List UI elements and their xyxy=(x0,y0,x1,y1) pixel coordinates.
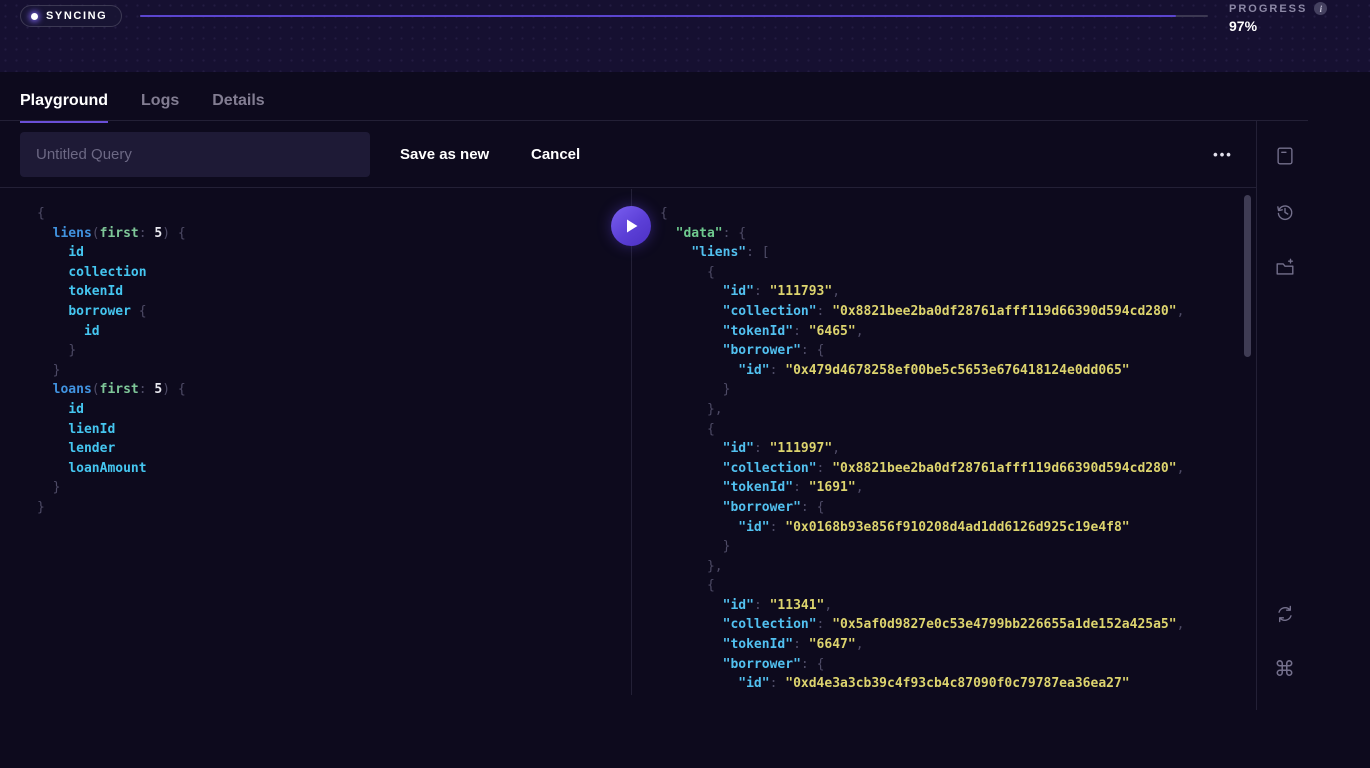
refresh-button[interactable] xyxy=(1271,600,1298,627)
code-line: tokenId xyxy=(37,282,631,302)
graphql-query-editor[interactable]: { liens(first: 5) { id collection tokenI… xyxy=(0,189,631,710)
code-line: "collection": "0x8821bee2ba0df28761afff1… xyxy=(660,459,1244,479)
new-folder-icon xyxy=(1274,257,1296,279)
sidebar-divider xyxy=(1256,121,1257,710)
saved-queries-icon xyxy=(1274,145,1296,167)
code-line: { xyxy=(660,263,1244,283)
code-line: "borrower": { xyxy=(660,655,1244,675)
code-line: { xyxy=(660,204,1244,224)
saved-queries-button[interactable] xyxy=(1271,142,1298,169)
progress-fill xyxy=(140,15,1176,17)
code-line: id xyxy=(37,322,631,342)
info-icon[interactable]: i xyxy=(1314,2,1327,15)
query-name-input[interactable] xyxy=(20,132,370,177)
refresh-icon xyxy=(1274,603,1296,625)
sync-status-label: SYNCING xyxy=(46,10,107,22)
tab-logs[interactable]: Logs xyxy=(141,92,179,123)
sync-status-badge: SYNCING xyxy=(20,5,122,27)
sync-pulse-dot-icon xyxy=(31,13,38,20)
code-line: "id": "11341", xyxy=(660,596,1244,616)
save-as-new-button[interactable]: Save as new xyxy=(400,121,489,188)
code-line: } xyxy=(37,361,631,381)
code-line: }, xyxy=(660,400,1244,420)
more-options-button[interactable]: ••• xyxy=(1200,121,1246,188)
code-line: lender xyxy=(37,439,631,459)
code-line: id xyxy=(37,400,631,420)
progress-label: PROGRESS xyxy=(1229,3,1307,15)
response-scrollbar[interactable] xyxy=(1244,195,1251,357)
code-line: loans(first: 5) { xyxy=(37,380,631,400)
progress-percent-value: 97% xyxy=(1229,18,1327,34)
code-line: "data": { xyxy=(660,224,1244,244)
code-line: borrower { xyxy=(37,302,631,322)
code-line: "id": "0xd4e3a3cb39c4f93cb4c87090f0c7978… xyxy=(660,674,1244,694)
sync-progress-bar xyxy=(140,15,1208,17)
code-line: "liens": [ xyxy=(660,243,1244,263)
history-icon xyxy=(1274,201,1296,223)
code-line: "id": "0x0168b93e856f910208d4ad1dd6126d9… xyxy=(660,518,1244,538)
code-line: "collection": "0x5af0d9827e0c53e4799bb22… xyxy=(660,615,1244,635)
code-line: } xyxy=(37,478,631,498)
code-line: "borrower": { xyxy=(660,341,1244,361)
history-button[interactable] xyxy=(1271,198,1298,225)
code-line: liens(first: 5) { xyxy=(37,224,631,244)
keyboard-shortcuts-button[interactable]: ⌘ xyxy=(1271,656,1298,683)
code-line: "collection": "0x8821bee2ba0df28761afff1… xyxy=(660,302,1244,322)
code-line: lienId xyxy=(37,420,631,440)
tab-playground[interactable]: Playground xyxy=(20,92,108,123)
tab-bar: Playground Logs Details xyxy=(20,92,265,123)
code-line: { xyxy=(37,204,631,224)
code-line: loanAmount xyxy=(37,459,631,479)
code-line: { xyxy=(660,420,1244,440)
code-line: "id": "0x479d4678258ef00be5c5653e6764181… xyxy=(660,361,1244,381)
command-icon: ⌘ xyxy=(1274,659,1295,680)
code-line: "tokenId": "6465", xyxy=(660,322,1244,342)
code-line: "tokenId": "1691", xyxy=(660,478,1244,498)
code-line: collection xyxy=(37,263,631,283)
progress-header: PROGRESS i 97% xyxy=(1229,2,1327,34)
code-line: } xyxy=(660,537,1244,557)
code-line: { xyxy=(660,576,1244,596)
cancel-button[interactable]: Cancel xyxy=(531,121,580,188)
code-line: id xyxy=(37,243,631,263)
code-line: "tokenId": "6647", xyxy=(660,635,1244,655)
tab-details[interactable]: Details xyxy=(212,92,264,123)
code-line: } xyxy=(660,380,1244,400)
header-band: SYNCING PROGRESS i 97% xyxy=(0,0,1370,72)
code-line: }, xyxy=(660,557,1244,577)
code-line: "borrower": { xyxy=(660,498,1244,518)
new-query-folder-button[interactable] xyxy=(1271,254,1298,281)
code-line: "id": "111793", xyxy=(660,282,1244,302)
code-line: } xyxy=(37,341,631,361)
query-toolbar: Save as new Cancel ••• xyxy=(0,121,1256,188)
code-line: } xyxy=(37,498,631,518)
code-line: "id": "111997", xyxy=(660,439,1244,459)
query-response-viewer: { "data": { "liens": [ { "id": "111793",… xyxy=(632,189,1244,695)
